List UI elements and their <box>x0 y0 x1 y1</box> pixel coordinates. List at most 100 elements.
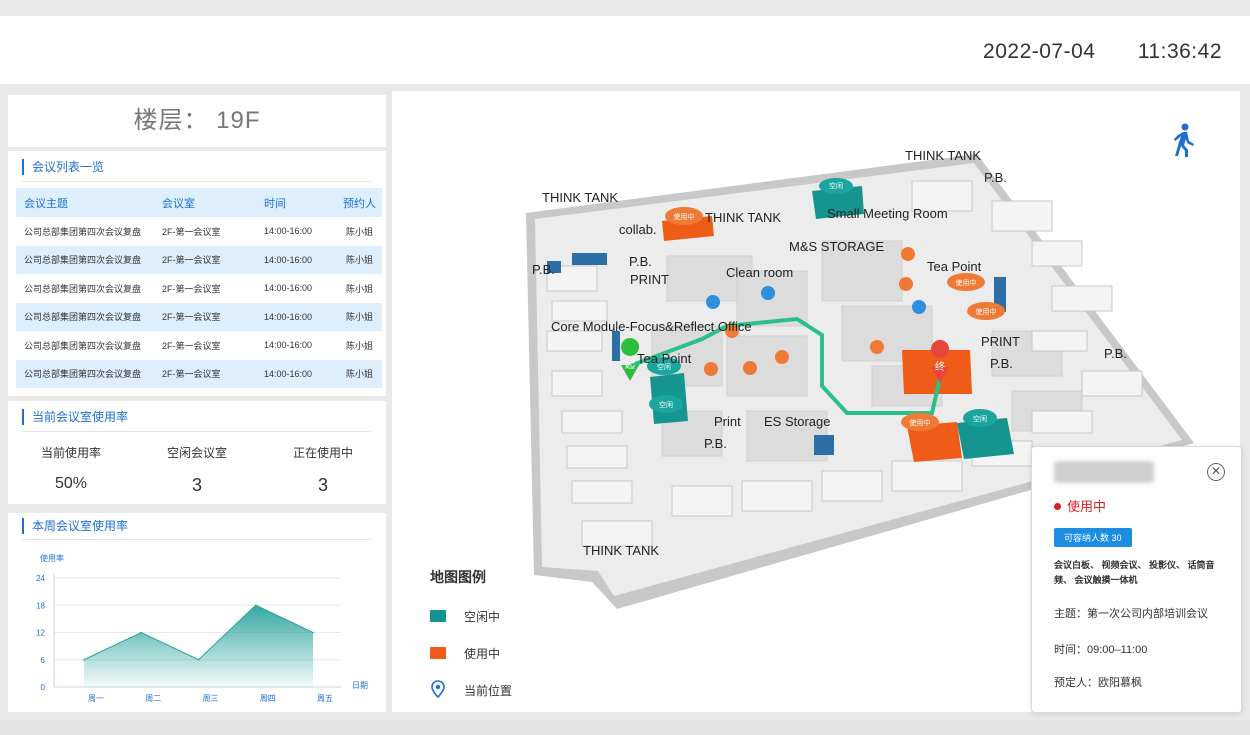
table-header-row: 会议主题 会议室 时间 预约人 <box>16 188 382 217</box>
idle-tag-text: 空闲 <box>973 414 987 423</box>
cell-room: 2F-第一会议室 <box>162 340 221 351</box>
legend-item-busy: 使用中 <box>430 644 512 662</box>
label-tea-point: Tea Point <box>927 259 982 274</box>
busy-tag-text: 使用中 <box>674 212 695 221</box>
label-pb: P.B. <box>990 356 1013 371</box>
cell-topic: 公司总部集团第四次会议复盘 <box>16 302 162 331</box>
data-point <box>197 658 200 661</box>
column-header-topic[interactable]: 会议主题 <box>16 188 162 217</box>
label-pb: P.B. <box>1104 346 1127 361</box>
restroom-icon <box>706 295 720 309</box>
idle-rooms-label: 空闲会议室 <box>166 446 227 460</box>
pb-block <box>572 253 607 265</box>
label-pb: P.B. <box>629 254 652 269</box>
usage-panel: 当前会议室使用率 当前使用率 空闲会议室 正在使用中 50% 3 3 <box>8 401 386 504</box>
cell-time: 14:00-16:00 <box>264 283 313 294</box>
column-header-room[interactable]: 会议室 <box>162 188 264 217</box>
table-row[interactable]: 公司总部集团第四次会议复盘 2F-第一会议室 14:00-16:00 陈小姐 <box>16 331 382 360</box>
busy-swatch <box>430 647 446 659</box>
meeting-topic: 主题：第一次公司内部培训会议 <box>1054 608 1208 620</box>
bottom-bar <box>0 720 1250 735</box>
meeting-booker: 预定人：欧阳慕枫 <box>1054 677 1142 689</box>
label-pb: P.B. <box>532 262 555 277</box>
cell-topic: 公司总部集团第四次会议复盘 <box>24 340 142 351</box>
label-think-tank: THINK TANK <box>705 210 781 225</box>
facility-icon <box>870 340 884 354</box>
top-bar: 2022-07-04 11:36:42 <box>0 16 1250 84</box>
data-point <box>254 604 257 607</box>
meeting-list-title: 会议列表一览 <box>22 159 104 175</box>
facility-icon <box>704 362 718 376</box>
table-row[interactable]: 公司总部集团第四次会议复盘 2F-第一会议室 14:00-16:00 陈小姐 <box>16 302 382 331</box>
facility-icon <box>775 350 789 364</box>
map-legend: 地图图例 空闲中 使用中 当前位置 <box>430 567 512 712</box>
label-think-tank: THINK TANK <box>583 543 659 558</box>
divider <box>22 181 372 182</box>
cell-booker: 陈小姐 <box>337 359 382 388</box>
label-print: Print <box>714 414 741 429</box>
column-header-time[interactable]: 时间 <box>264 188 337 217</box>
label-es-storage: ES Storage <box>764 414 831 429</box>
cell-booker: 陈小姐 <box>337 302 382 331</box>
x-tick-label: 周二 <box>145 694 161 703</box>
cell-time: 14:00-16:00 <box>264 226 313 237</box>
close-icon[interactable]: ✕ <box>1207 463 1225 481</box>
y-axis-label: 使用率 <box>40 553 64 563</box>
divider <box>22 431 372 432</box>
date-text: 2022-07-04 <box>983 40 1096 63</box>
room-info-popup: ✕ 使用中 可容纳人数 30 会议白板、 视频会议、 投影仪、 话筒音频、 会议… <box>1031 446 1242 713</box>
status-text: 使用中 <box>1067 499 1107 514</box>
label-tea-point: Tea Point <box>637 351 692 366</box>
cell-booker: 陈小姐 <box>337 245 382 274</box>
cell-booker: 陈小姐 <box>345 226 373 237</box>
usage-rate-value: 50% <box>54 475 88 492</box>
meeting-table: 会议主题 会议室 时间 预约人 公司总部集团第四次会议复盘 2F-第一会议室 1… <box>16 188 382 388</box>
idle-tag-text: 空闲 <box>659 400 673 409</box>
weekly-usage-chart: 使用率 0 6 12 18 24 周一 周二 周三 周四 周五 日期 <box>36 553 368 703</box>
label-think-tank: THINK TANK <box>905 148 981 163</box>
y-tick-label: 0 <box>41 683 46 692</box>
busy-tag-text: 使用中 <box>956 278 977 287</box>
data-point <box>312 631 314 634</box>
legend-title: 地图图例 <box>430 569 486 585</box>
cell-topic: 公司总部集团第四次会议复盘 <box>16 359 162 388</box>
walking-person-icon[interactable] <box>1172 123 1196 157</box>
x-tick-label: 周三 <box>203 694 219 703</box>
in-use-value: 3 <box>317 475 328 495</box>
cell-time: 14:00-16:00 <box>264 302 337 331</box>
cell-room: 2F-第一会议室 <box>162 283 221 294</box>
room-status: 使用中 <box>1054 496 1106 515</box>
cell-room: 2F-第一会议室 <box>162 226 221 237</box>
series-area <box>84 605 313 687</box>
usage-labels: 当前使用率 空闲会议室 正在使用中 <box>8 444 386 461</box>
table-row[interactable]: 公司总部集团第四次会议复盘 2F-第一会议室 14:00-16:00 陈小姐 <box>16 359 382 388</box>
label-core-module: Core Module-Focus&Reflect Office <box>551 319 752 334</box>
y-tick-label: 12 <box>36 629 45 638</box>
equipment-list: 会议白板、 视频会议、 投影仪、 话筒音频、 会议触摸一体机 <box>1054 560 1215 585</box>
facility-icon <box>743 361 757 375</box>
cell-topic: 公司总部集团第四次会议复盘 <box>24 283 142 294</box>
cell-topic: 公司总部集团第四次会议复盘 <box>24 226 142 237</box>
idle-tag-text: 空闲 <box>829 181 843 190</box>
label-print: PRINT <box>981 334 1020 349</box>
label-think-tank: THINK TANK <box>542 190 618 205</box>
pb-block <box>612 331 620 361</box>
idle-rooms-value: 3 <box>191 475 202 495</box>
table-row[interactable]: 公司总部集团第四次会议复盘 2F-第一会议室 14:00-16:00 陈小姐 <box>16 217 382 246</box>
cell-room: 2F-第一会议室 <box>162 302 264 331</box>
table-row[interactable]: 公司总部集团第四次会议复盘 2F-第一会议室 14:00-16:00 陈小姐 <box>16 245 382 274</box>
floor-title: 楼层： 19F <box>133 107 261 134</box>
legend-item-idle: 空闲中 <box>430 607 512 625</box>
y-tick-label: 24 <box>36 574 45 583</box>
column-header-booker[interactable]: 预约人 <box>337 188 382 217</box>
in-use-label: 正在使用中 <box>292 446 353 460</box>
start-marker-text: 起 <box>625 359 635 371</box>
cell-booker: 陈小姐 <box>345 283 373 294</box>
legend-label: 使用中 <box>464 646 501 661</box>
table-row[interactable]: 公司总部集团第四次会议复盘 2F-第一会议室 14:00-16:00 陈小姐 <box>16 274 382 303</box>
label-clean-room: Clean room <box>726 265 793 280</box>
data-point <box>140 631 143 634</box>
restroom-icon <box>912 300 926 314</box>
x-tick-label: 周五 <box>317 694 333 703</box>
facility-icon <box>899 277 913 291</box>
